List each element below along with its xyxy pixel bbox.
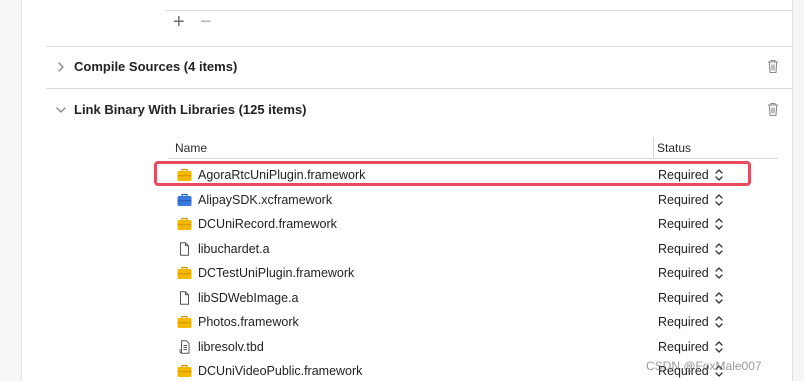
framework-toolbox-icon — [177, 364, 192, 377]
updown-chevron-icon[interactable] — [714, 193, 724, 207]
xcframework-toolbox-icon — [177, 193, 192, 206]
compile-sources-title: Compile Sources (4 items) — [74, 59, 238, 74]
updown-chevron-icon[interactable] — [714, 242, 724, 256]
updown-chevron-icon[interactable] — [714, 266, 724, 280]
updown-chevron-icon[interactable] — [714, 291, 724, 305]
trash-icon[interactable] — [766, 58, 780, 74]
highlight-box — [154, 161, 751, 186]
file-icon — [180, 290, 189, 305]
table-row[interactable]: AlipaySDK.xcframework Required — [168, 188, 778, 213]
file-icon — [180, 241, 189, 256]
status-value[interactable]: Required — [658, 217, 709, 231]
updown-chevron-icon[interactable] — [714, 315, 724, 329]
framework-toolbox-icon — [177, 315, 192, 328]
right-gutter — [792, 0, 804, 381]
left-gutter — [0, 0, 22, 381]
status-value[interactable]: Required — [658, 340, 709, 354]
chevron-right-icon[interactable] — [54, 60, 68, 74]
table-row[interactable]: DCUniRecord.framework Required — [168, 212, 778, 237]
status-value[interactable]: Required — [658, 193, 709, 207]
link-binary-title: Link Binary With Libraries (125 items) — [74, 102, 307, 117]
table-row[interactable]: libresolv.tbd Required — [168, 335, 778, 360]
table-row[interactable]: DCTestUniPlugin.framework Required — [168, 261, 778, 286]
library-name: libSDWebImage.a — [198, 290, 299, 305]
status-value[interactable]: Required — [658, 266, 709, 280]
compile-sources-phase-header[interactable]: Compile Sources (4 items) — [46, 47, 792, 87]
library-name: libresolv.tbd — [198, 339, 264, 354]
add-item-button[interactable]: + — [173, 10, 191, 34]
library-name: AlipaySDK.xcframework — [198, 192, 333, 207]
name-column-header[interactable]: Name — [175, 141, 207, 155]
column-divider[interactable] — [653, 137, 654, 159]
phase-separator — [46, 88, 792, 89]
remove-item-button[interactable]: − — [200, 10, 218, 34]
libraries-table-body: AgoraRtcUniPlugin.framework Required Ali… — [168, 163, 778, 381]
framework-toolbox-icon — [177, 217, 192, 230]
library-name: Photos.framework — [198, 315, 299, 329]
updown-chevron-icon[interactable] — [714, 217, 724, 231]
library-name: DCUniRecord.framework — [198, 217, 337, 231]
framework-toolbox-icon — [177, 266, 192, 279]
library-name: DCUniVideoPublic.framework — [198, 364, 363, 378]
trash-icon[interactable] — [766, 101, 780, 117]
table-row[interactable]: libuchardet.a Required — [168, 237, 778, 262]
link-binary-phase-header[interactable]: Link Binary With Libraries (125 items) — [46, 90, 792, 130]
status-value[interactable]: Required — [658, 291, 709, 305]
chevron-down-icon[interactable] — [54, 103, 68, 117]
library-name: DCTestUniPlugin.framework — [198, 266, 355, 280]
watermark: CSDN @FoxMale007 — [646, 359, 762, 373]
status-value[interactable]: Required — [658, 315, 709, 329]
table-row[interactable]: libSDWebImage.a Required — [168, 286, 778, 311]
libraries-table-header: Name Status — [168, 137, 778, 159]
library-name: libuchardet.a — [198, 241, 270, 256]
table-row[interactable]: Photos.framework Required — [168, 310, 778, 335]
updown-chevron-icon[interactable] — [714, 340, 724, 354]
tbd-file-icon — [179, 339, 190, 354]
status-value[interactable]: Required — [658, 242, 709, 256]
previous-table-bottom-border — [166, 10, 792, 11]
status-column-header[interactable]: Status — [657, 141, 691, 155]
